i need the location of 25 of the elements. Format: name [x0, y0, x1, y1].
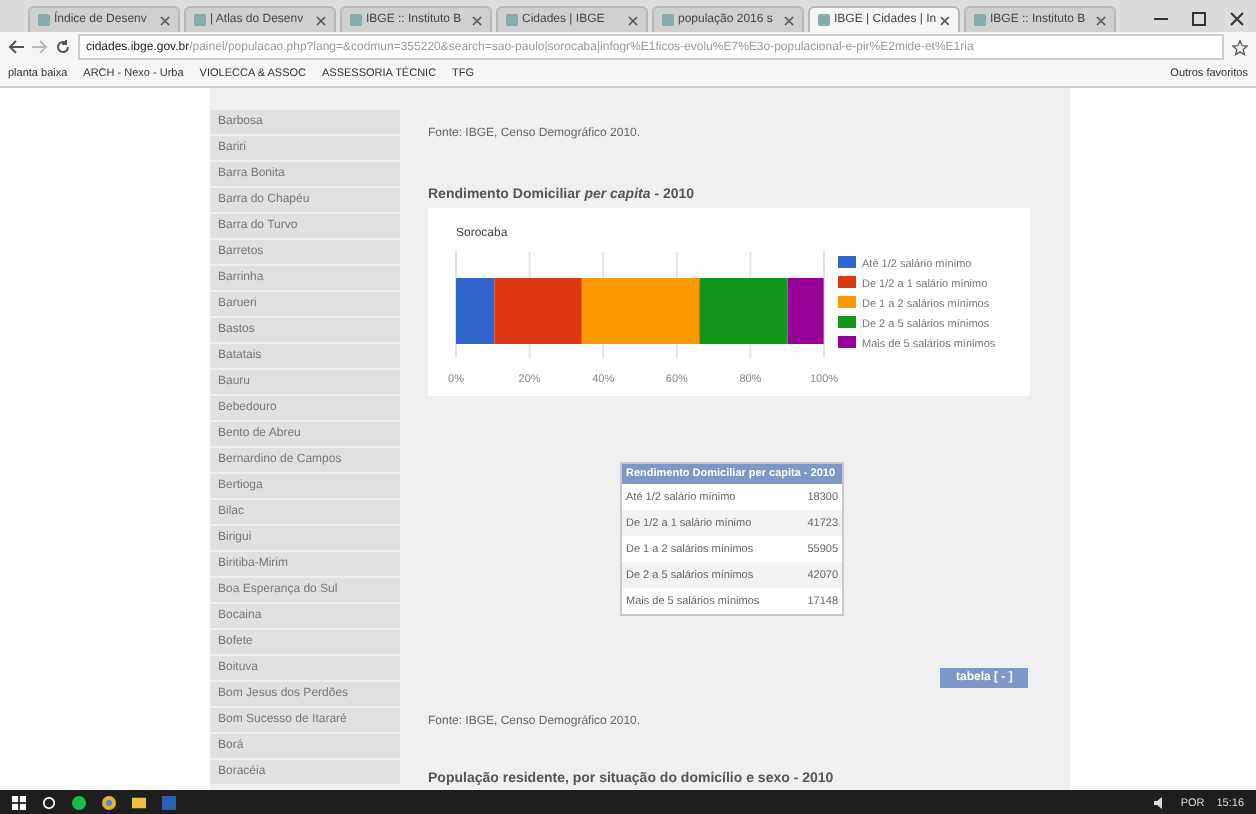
close-icon[interactable] [316, 15, 326, 25]
page-icon [818, 14, 830, 26]
star-icon[interactable] [1232, 39, 1248, 55]
close-icon[interactable] [1230, 12, 1244, 26]
music-app-icon[interactable] [72, 796, 86, 810]
close-icon[interactable] [472, 15, 482, 25]
browser-icon[interactable] [102, 796, 116, 810]
page-icon [194, 14, 206, 26]
page-icon [506, 14, 518, 26]
page-icon [38, 14, 50, 26]
search-icon[interactable] [42, 796, 56, 810]
windows-start-icon[interactable] [12, 796, 26, 810]
minimize-icon[interactable] [1154, 12, 1168, 26]
back-icon[interactable] [8, 40, 24, 54]
page-icon [974, 14, 986, 26]
close-icon[interactable] [940, 15, 950, 25]
page-icon [662, 14, 674, 26]
maximize-icon[interactable] [1192, 12, 1206, 26]
close-icon[interactable] [628, 15, 638, 25]
folder-icon[interactable] [132, 796, 146, 810]
close-icon[interactable] [160, 15, 170, 25]
reload-icon[interactable] [56, 40, 70, 54]
close-icon[interactable] [1096, 15, 1106, 25]
close-icon[interactable] [784, 15, 794, 25]
page-icon [350, 14, 362, 26]
